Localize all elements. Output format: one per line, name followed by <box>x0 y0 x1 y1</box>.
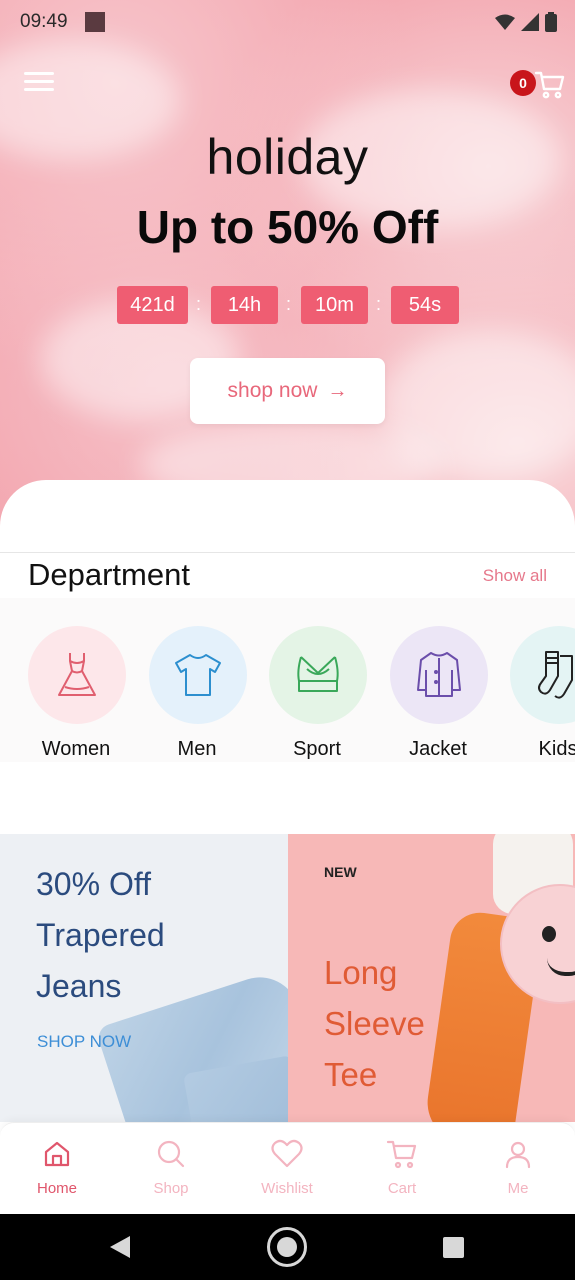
department-item-men[interactable]: Men <box>148 626 248 761</box>
arrow-right-icon: → <box>327 380 348 402</box>
show-all-link[interactable]: Show all <box>483 566 547 586</box>
countdown-separator: : <box>286 294 292 314</box>
dept-icon-circle <box>510 626 575 724</box>
nav-home[interactable]: Home <box>7 1139 107 1197</box>
cart-button[interactable]: 0 <box>510 66 568 106</box>
system-navigation-bar <box>0 1214 575 1280</box>
jacket-icon <box>417 652 461 697</box>
nav-label: Wishlist <box>261 1180 313 1197</box>
status-time: 09:49 <box>20 11 68 32</box>
countdown-days: 421d <box>117 286 188 324</box>
wifi-icon <box>495 14 515 30</box>
promo-tee-line: Sleeve <box>324 1005 425 1042</box>
dept-icon-circle <box>269 626 367 724</box>
countdown-separator: : <box>196 294 202 314</box>
tshirt-icon <box>175 654 221 696</box>
heart-icon <box>271 1139 303 1168</box>
status-bar: 09:49 <box>0 0 575 44</box>
promo-jeans-banner[interactable]: 30% Off Trapered Jeans SHOP NOW <box>0 834 288 1122</box>
battery-icon <box>545 12 557 32</box>
cart-count-badge: 0 <box>510 70 536 96</box>
promo-jeans-line: 30% Off <box>36 866 152 902</box>
nav-shop[interactable]: Shop <box>121 1139 221 1197</box>
dept-icon-circle <box>149 626 247 724</box>
home-circle-icon[interactable] <box>267 1227 307 1267</box>
department-list: Women Men Sport Jacket Kids <box>0 598 575 762</box>
signal-icon <box>521 13 539 31</box>
hero-kicker: holiday <box>206 129 369 185</box>
shop-now-label: shop now <box>227 379 318 402</box>
content-sheet-edge <box>0 480 575 555</box>
dept-icon-circle <box>390 626 488 724</box>
countdown-seconds: 54s <box>391 286 459 324</box>
department-label: Sport <box>293 738 341 760</box>
shop-now-button[interactable]: shop now → <box>190 358 385 424</box>
department-item-sport[interactable]: Sport <box>268 626 368 761</box>
department-label: Jacket <box>409 738 467 760</box>
user-icon <box>505 1141 531 1169</box>
menu-icon[interactable] <box>24 72 54 96</box>
cart-icon <box>386 1140 417 1169</box>
nav-label: Me <box>507 1180 529 1197</box>
recent-apps-icon[interactable] <box>443 1237 464 1258</box>
promo-jeans-line: Trapered <box>36 917 165 953</box>
hero-title: Up to 50% Off <box>136 201 439 253</box>
back-icon[interactable] <box>110 1236 130 1258</box>
countdown-separator: : <box>376 294 382 314</box>
department-item-women[interactable]: Women <box>27 626 127 761</box>
promo-tee-badge: NEW <box>324 864 357 880</box>
department-label: Men <box>177 738 217 760</box>
nav-label: Shop <box>153 1180 189 1197</box>
nav-me[interactable]: Me <box>468 1139 568 1197</box>
cart-icon <box>534 71 565 99</box>
dress-icon <box>58 653 96 696</box>
nav-label: Cart <box>387 1180 417 1197</box>
search-icon <box>157 1140 185 1168</box>
sports-bra-icon <box>297 656 339 692</box>
dept-icon-circle <box>28 626 126 724</box>
department-item-jacket[interactable]: Jacket <box>389 626 489 761</box>
status-icons <box>495 12 557 32</box>
notification-icon <box>85 12 105 32</box>
department-title: Department <box>28 557 190 592</box>
countdown-timer: 421d : 14h : 10m : 54s <box>117 286 459 324</box>
countdown-hours: 14h <box>211 286 278 324</box>
nav-label: Home <box>36 1180 77 1197</box>
divider <box>0 552 575 553</box>
hero-banner: 09:49 0 holiday Up to 50% Off 421d : 14h… <box>0 0 575 555</box>
promo-tee-line: Tee <box>324 1056 378 1093</box>
socks-icon <box>538 651 573 699</box>
bottom-navigation: Home Shop Wishlist Cart Me <box>0 1122 575 1214</box>
department-label: Kids <box>538 738 575 760</box>
promo-jeans-cta[interactable]: SHOP NOW <box>37 1032 131 1052</box>
promo-tee-line: Long <box>324 954 398 991</box>
promo-jeans-line: Jeans <box>36 968 122 1004</box>
nav-cart[interactable]: Cart <box>352 1139 452 1197</box>
nav-wishlist[interactable]: Wishlist <box>237 1139 337 1197</box>
department-label: Women <box>41 738 111 760</box>
home-icon <box>44 1141 70 1167</box>
countdown-minutes: 10m <box>301 286 368 324</box>
department-item-kids[interactable]: Kids <box>509 626 575 761</box>
promo-tee-banner[interactable]: NEW Long Sleeve Tee <box>288 834 575 1122</box>
